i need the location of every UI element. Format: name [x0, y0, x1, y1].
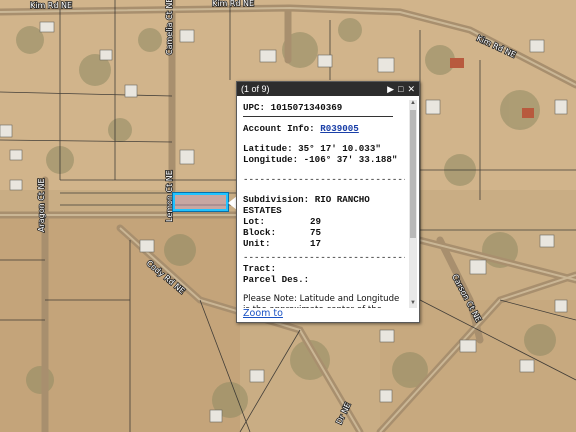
longitude-value: -106° 37' 33.188" [303, 154, 398, 165]
unit-value: 17 [309, 238, 321, 249]
subdivision-label: Subdivision: [243, 194, 310, 205]
scroll-thumb[interactable] [410, 110, 416, 238]
tract-label: Tract: [243, 263, 277, 274]
lot-label: Lot: [243, 216, 266, 227]
road-label-camelia-ct: Camelia Ct NE [165, 0, 174, 55]
longitude-label: Longitude: [243, 154, 299, 165]
parcel-des-label: Parcel Des.: [243, 274, 310, 285]
selected-parcel[interactable] [173, 193, 228, 211]
popup-scrollbar[interactable]: ▲ ▼ [409, 100, 417, 308]
account-label: Account Info: [243, 123, 315, 134]
next-feature-icon[interactable]: ▶ [387, 84, 394, 94]
subdivision-value: RIO RANCHO [314, 194, 370, 205]
parcel-info-popup: (1 of 9) ▶ □ ✕ UPC: 1015071340369 Accoun… [236, 81, 420, 323]
road-label-aragon-ct: Aragon Ct NE [37, 178, 46, 232]
subdivision-value-2: ESTATES [243, 205, 282, 216]
popup-header: (1 of 9) ▶ □ ✕ [237, 82, 419, 96]
latitude-label: Latitude: [243, 143, 293, 154]
block-label: Block: [243, 227, 277, 238]
popup-count: (1 of 9) [241, 84, 270, 94]
block-value: 75 [309, 227, 321, 238]
upc-value: 1015071340369 [270, 102, 343, 113]
maximize-icon[interactable]: □ [398, 84, 403, 94]
upc-label: UPC: [243, 102, 266, 113]
scroll-down-icon[interactable]: ▼ [409, 300, 417, 308]
popup-divider [243, 116, 393, 117]
road-label-kim-rd-1: Kim Rd NE [30, 1, 72, 10]
separator-2: ------------------------------ [243, 252, 405, 263]
unit-label: Unit: [243, 238, 271, 249]
close-icon[interactable]: ✕ [407, 84, 415, 94]
zoom-to-link[interactable]: Zoom to [243, 308, 283, 319]
scroll-up-icon[interactable]: ▲ [409, 100, 417, 108]
separator-1: ------------------------------ [243, 174, 405, 185]
account-link[interactable]: R039005 [320, 123, 359, 134]
latitude-value: 35° 17' 10.033" [298, 143, 381, 154]
lot-value: 29 [309, 216, 321, 227]
road-label-kim-rd-2: Kim Rd NE [212, 0, 254, 8]
popup-body: UPC: 1015071340369 Account Info: R039005… [243, 100, 405, 308]
disclaimer-note: Please Note: Latitude and Longitude is t… [243, 294, 400, 308]
